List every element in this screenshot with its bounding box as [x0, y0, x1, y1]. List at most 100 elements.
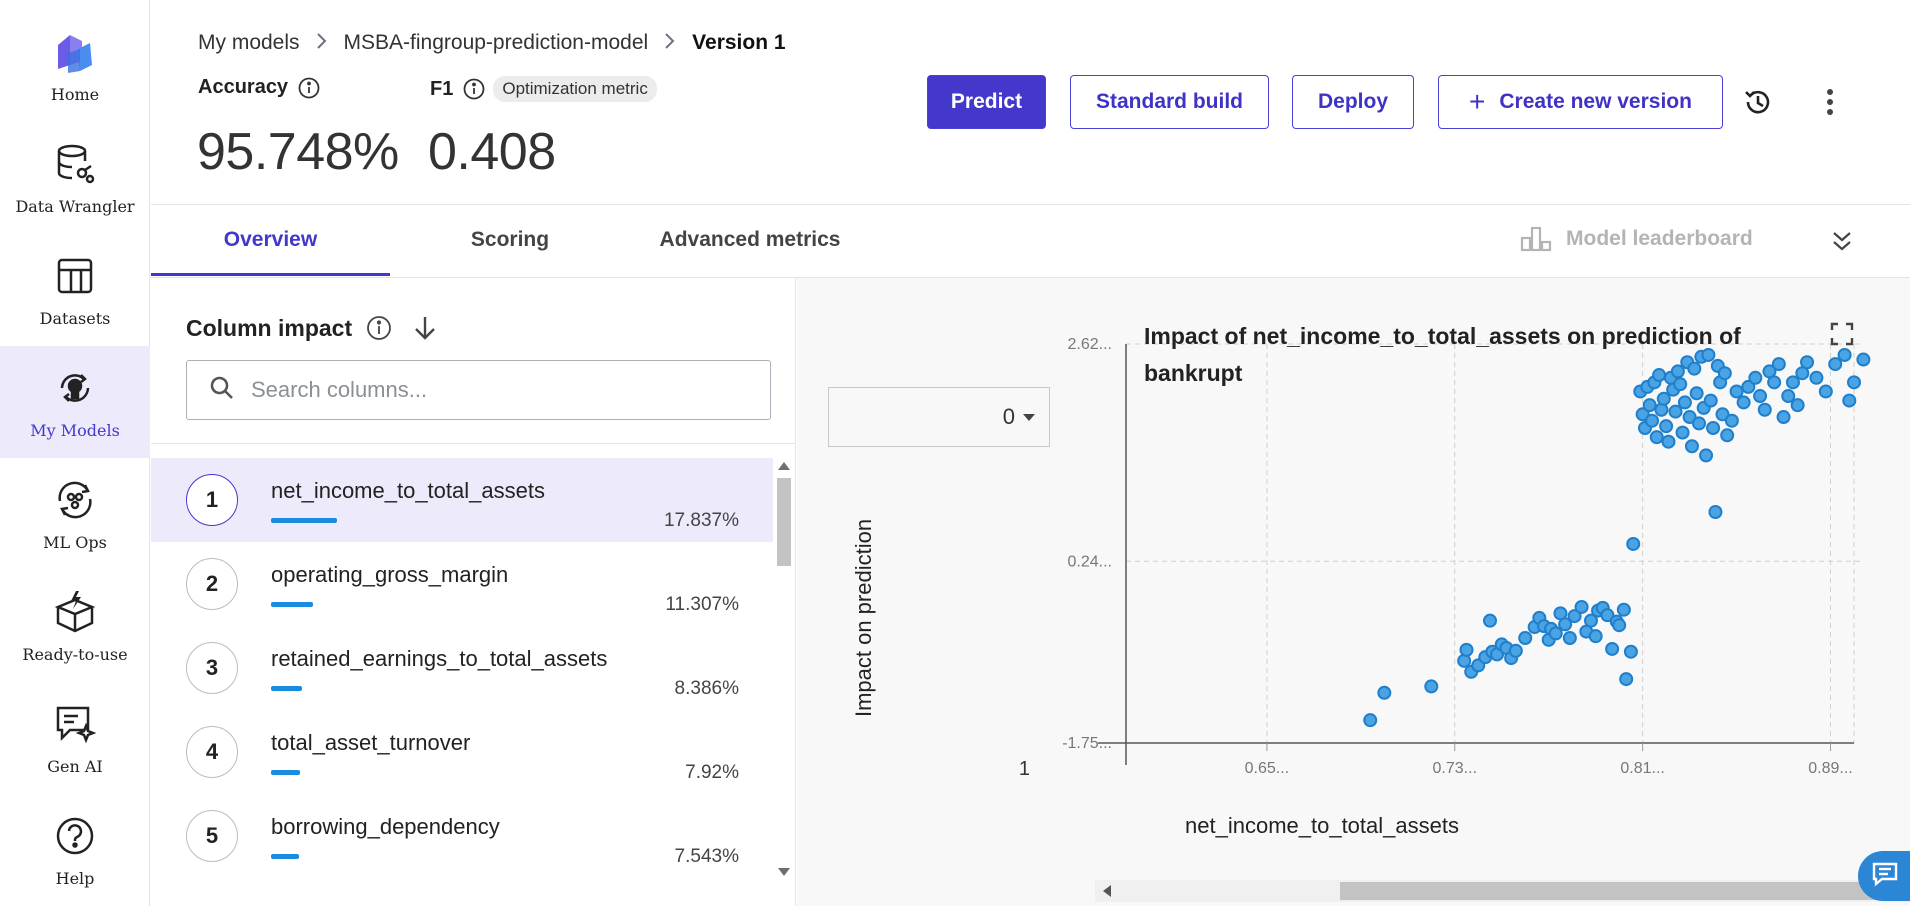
breadcrumb: My models MSBA-fingroup-prediction-model… [198, 30, 786, 56]
chat-sparkle-icon [52, 701, 98, 747]
scatter-point [1424, 679, 1439, 694]
scatter-point [1847, 375, 1861, 390]
sidebar-item-label: Datasets [39, 308, 111, 328]
standard-build-button[interactable]: Standard build [1070, 75, 1269, 129]
sort-descending-icon[interactable] [412, 314, 438, 342]
list-item[interactable]: 2 operating_gross_margin 11.307% [151, 542, 773, 626]
scroll-down-icon[interactable] [778, 868, 790, 876]
y-axis-label: Impact on prediction [851, 519, 876, 717]
class-select-dropdown[interactable]: 0 [828, 387, 1050, 447]
accuracy-value: 95.748% [197, 123, 399, 181]
sidebar-item-ml-ops[interactable]: ML Ops [0, 458, 150, 570]
accuracy-label: Accuracy [198, 76, 320, 99]
impact-percent: 17.837% [663, 510, 739, 531]
side-marker-label: 1 [1019, 758, 1030, 780]
create-new-version-button[interactable]: + Create new version [1438, 75, 1723, 129]
column-impact-title: Column impact [186, 314, 438, 342]
scatter-point [1574, 599, 1589, 614]
scrollbar-thumb[interactable] [777, 478, 791, 566]
x-tick-label: 0.65... [1245, 760, 1289, 777]
sidebar-item-label: Home [50, 84, 100, 104]
impact-bar [271, 854, 299, 859]
y-tick-label: 2.62... [1068, 336, 1112, 353]
expand-icon[interactable] [1830, 322, 1854, 351]
model-leaderboard-button[interactable]: Model leaderboard [1520, 226, 1753, 252]
sidebar: Home Data Wrangler Datasets My Models ML… [0, 0, 150, 906]
sidebar-item-datasets[interactable]: Datasets [0, 234, 150, 346]
help-icon [52, 813, 98, 859]
leaderboard-icon [1520, 226, 1552, 252]
tab-scoring[interactable]: Scoring [400, 204, 620, 276]
scatter-point [1645, 413, 1660, 428]
scatter-point [1605, 641, 1620, 656]
scatter-point [1363, 713, 1378, 728]
info-icon[interactable] [366, 315, 392, 341]
breadcrumb-my-models[interactable]: My models [198, 31, 300, 55]
scatter-point [1828, 357, 1843, 372]
y-tick-label: 0.24... [1068, 553, 1112, 570]
rank-badge: 5 [186, 810, 238, 862]
tab-overview[interactable]: Overview [151, 204, 390, 276]
sidebar-item-data-wrangler[interactable]: Data Wrangler [0, 122, 150, 234]
chat-button[interactable] [1858, 851, 1910, 901]
scroll-left-icon[interactable] [1103, 885, 1111, 897]
sidebar-item-ready-to-use[interactable]: Ready-to-use [0, 570, 150, 682]
scatter-point [1677, 395, 1692, 410]
info-icon[interactable] [463, 78, 485, 100]
list-item[interactable]: 3 retained_earnings_to_total_assets 8.38… [151, 626, 773, 710]
scrollbar-thumb[interactable] [1340, 882, 1910, 900]
impact-percent: 7.543% [674, 846, 739, 867]
plus-icon: + [1469, 86, 1486, 117]
tab-advanced-metrics[interactable]: Advanced metrics [640, 204, 860, 276]
sidebar-item-label: My Models [30, 420, 120, 440]
scatter-point [1659, 419, 1674, 434]
create-new-version-label: Create new version [1499, 90, 1692, 113]
scatter-point [1790, 398, 1805, 413]
more-options-icon[interactable] [1816, 84, 1844, 120]
list-item[interactable]: 1 net_income_to_total_assets 17.837% [151, 458, 773, 542]
scatter-point [1508, 643, 1523, 658]
list-item[interactable]: 4 total_asset_turnover 7.92% [151, 710, 773, 794]
y-tick-label: -1.75... [1062, 735, 1112, 752]
deploy-button[interactable]: Deploy [1292, 75, 1414, 129]
breadcrumb-version: Version 1 [692, 31, 786, 54]
chart-horizontal-scrollbar[interactable] [1095, 880, 1910, 902]
chevron-down-icon [1023, 413, 1035, 421]
chart-grid [1126, 343, 1862, 743]
scatter-point [1656, 391, 1671, 406]
search-columns-field[interactable] [186, 360, 771, 420]
sidebar-item-label: Help [55, 868, 95, 888]
sidebar-item-help[interactable]: Help [0, 794, 150, 906]
impact-bar [271, 686, 303, 691]
sidebar-item-gen-ai[interactable]: Gen AI [0, 682, 150, 794]
scatter-point [1720, 428, 1735, 443]
search-columns-input[interactable] [251, 377, 751, 403]
scatter-point [1459, 642, 1474, 657]
sidebar-item-home[interactable]: Home [0, 10, 150, 122]
scatter-point [1619, 672, 1634, 687]
sidebar-item-label: ML Ops [43, 532, 107, 552]
collapse-chevron-icon[interactable] [1828, 226, 1856, 256]
info-icon[interactable] [298, 77, 320, 99]
scatter-point [1699, 448, 1714, 463]
scatter-point [1377, 685, 1392, 700]
column-impact-list: 1 net_income_to_total_assets 17.837% 2 o… [151, 458, 773, 898]
x-tick-label: 0.89... [1808, 760, 1852, 777]
history-icon[interactable] [1738, 84, 1778, 120]
list-item[interactable]: 5 borrowing_dependency 7.543% [151, 794, 773, 878]
breadcrumb-model[interactable]: MSBA-fingroup-prediction-model [344, 31, 649, 55]
rank-badge: 4 [186, 726, 238, 778]
sidebar-item-my-models[interactable]: My Models [0, 346, 150, 458]
ml-ops-icon [52, 477, 98, 523]
optimization-metric-badge: Optimization metric [493, 76, 657, 102]
scatter-point [1626, 536, 1641, 551]
list-scrollbar[interactable] [774, 458, 794, 883]
predict-button[interactable]: Predict [927, 75, 1046, 129]
scatter-point [1856, 352, 1871, 367]
scroll-up-icon[interactable] [778, 462, 790, 470]
scatter-point [1724, 413, 1739, 428]
impact-percent: 8.386% [674, 678, 739, 699]
column-name: net_income_to_total_assets [271, 478, 545, 503]
chart-points [1363, 347, 1871, 728]
column-impact-title-text: Column impact [186, 314, 353, 341]
